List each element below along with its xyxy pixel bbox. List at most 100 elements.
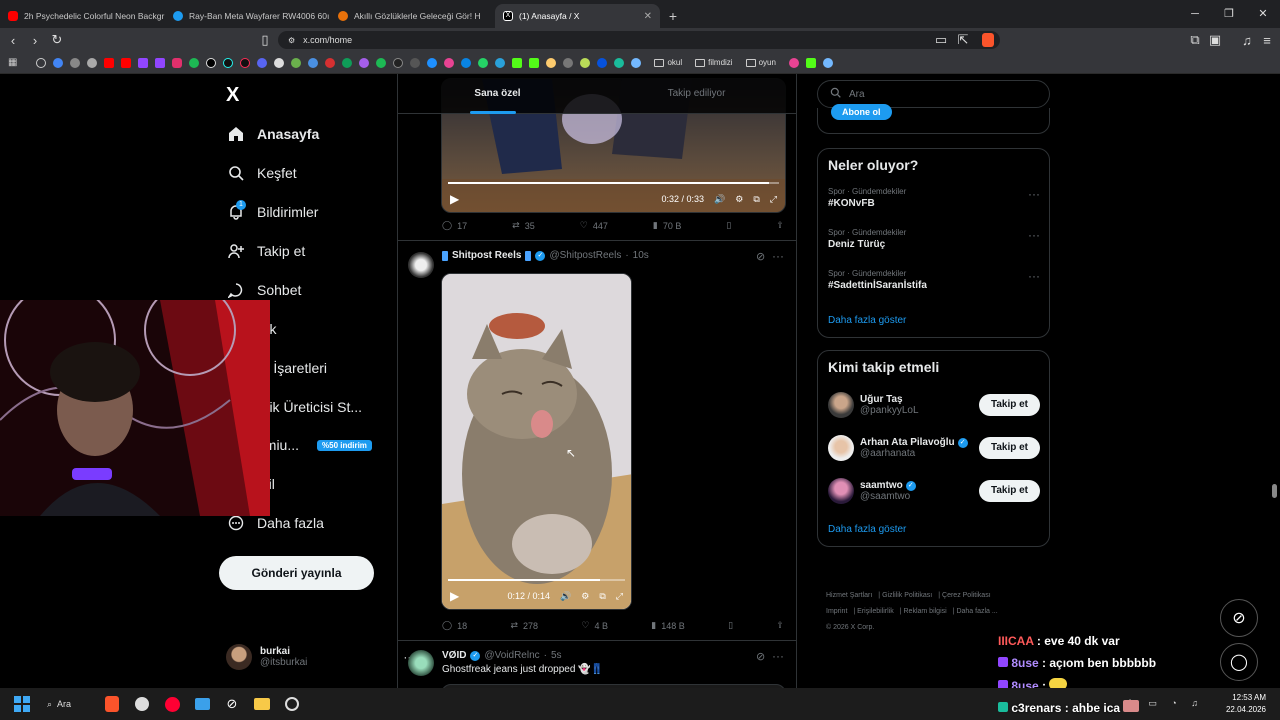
repost-button[interactable]: ⇄ 278 <box>510 620 538 631</box>
bookmark-folder-filmdizi[interactable]: filmdizi <box>695 58 733 67</box>
fullscreen-icon[interactable]: ⤢ <box>616 591 623 602</box>
post-time[interactable]: 10s <box>633 250 649 261</box>
browser-tab[interactable]: Ray-Ban Meta Wayfarer RW4006 60ı <box>165 4 330 28</box>
bookmark-site-icon[interactable] <box>597 57 608 68</box>
reply-button[interactable]: ◯ 18 <box>442 620 467 631</box>
kick-icon[interactable] <box>512 57 523 68</box>
suggested-user[interactable]: Uğur Taş @pankyyLoL Takip et <box>828 389 1040 421</box>
url-bar[interactable]: ⚙ x.com/home <box>278 31 1000 49</box>
follow-button[interactable]: Takip et <box>978 394 1040 416</box>
bookmark-site-icon[interactable] <box>444 57 455 68</box>
grok-button[interactable]: ⊘ <box>1220 599 1258 637</box>
repost-button[interactable]: ⇄ 35 <box>512 220 535 231</box>
x-icon[interactable] <box>206 57 217 68</box>
brave-icon[interactable] <box>102 694 122 714</box>
views-button[interactable]: ▮ 148 B <box>651 620 684 631</box>
bookmark-button[interactable]: ▯ <box>728 620 733 631</box>
messages-button[interactable]: ◯ <box>1220 643 1258 681</box>
apps-grid-icon[interactable]: ▦ <box>8 57 17 68</box>
browser-tab-active[interactable]: X (1) Anasayfa / X ✕ <box>495 4 660 28</box>
google-drive-icon[interactable] <box>342 57 353 68</box>
more-options-icon[interactable]: ··· <box>1028 228 1040 242</box>
wallet-icon[interactable]: ▣ <box>1204 32 1226 48</box>
bookmark-site-icon[interactable] <box>614 57 625 68</box>
browser-tab[interactable]: 2h Psychedelic Colorful Neon Backgr <box>0 4 165 28</box>
obs-icon[interactable] <box>132 694 152 714</box>
video-progress[interactable] <box>448 579 625 581</box>
follow-button[interactable]: Takip et <box>978 437 1040 459</box>
steam-icon[interactable] <box>282 694 302 714</box>
youtube-music-icon[interactable] <box>162 694 182 714</box>
footer-link[interactable]: Imprint <box>826 608 847 615</box>
file-explorer-icon[interactable] <box>252 694 272 714</box>
suggested-user[interactable]: Arhan Ata Pilavoğlu ✓ @aarhanata Takip et <box>828 432 1040 464</box>
bookmark-site-icon[interactable] <box>822 57 833 68</box>
author-handle[interactable]: @VoidRelnc <box>484 650 539 661</box>
share-button[interactable]: ⇪ <box>776 220 784 231</box>
like-button[interactable]: ♡ 447 <box>580 220 608 231</box>
author-name[interactable]: VØID <box>442 650 466 661</box>
sidebar-item-explore[interactable]: Keşfet <box>227 164 297 182</box>
bookmark-site-icon[interactable] <box>359 57 370 68</box>
whatsapp-icon[interactable] <box>478 57 489 68</box>
bookmark-site-icon[interactable] <box>546 57 557 68</box>
grok-icon[interactable]: ⊘ <box>756 250 765 263</box>
search-input[interactable]: Ara <box>849 89 865 100</box>
more-options-icon[interactable]: ··· <box>772 249 784 263</box>
cast-icon[interactable]: ▭ <box>930 32 952 48</box>
bookmark-site-icon[interactable] <box>788 57 799 68</box>
bookmark-site-icon[interactable] <box>189 57 200 68</box>
forward-icon[interactable]: › <box>24 33 46 48</box>
bookmark-site-icon[interactable] <box>631 57 642 68</box>
bookmark-site-icon[interactable] <box>325 57 336 68</box>
media-icon[interactable]: ♫ <box>1236 33 1258 48</box>
fullscreen-icon[interactable]: ⤢ <box>770 194 777 205</box>
kick-icon[interactable] <box>805 57 816 68</box>
x-logo-icon[interactable]: X <box>226 84 239 107</box>
bookmark-site-icon[interactable] <box>580 57 591 68</box>
youtube-icon[interactable] <box>121 57 132 68</box>
twitch-icon[interactable] <box>138 57 149 68</box>
footer-link[interactable]: Erişilebilirlik <box>857 608 894 615</box>
video-player[interactable]: ▶ 0:12 / 0:14 🔊 ⚙ ⧉ ⤢ <box>441 273 632 610</box>
new-tab-button[interactable]: + <box>660 4 686 28</box>
footer-link[interactable]: Reklam bilgisi <box>904 608 947 615</box>
browser-tab[interactable]: Akıllı Gözlüklerle Geleceği Gör! H <box>330 4 495 28</box>
author-name[interactable]: Shitpost Reels <box>452 250 521 261</box>
suggested-user[interactable]: saamtwo ✓ @saamtwo Takip et <box>828 475 1040 507</box>
windows-start-icon[interactable] <box>12 694 32 714</box>
app-icon[interactable]: ⊘ <box>222 694 242 714</box>
twitch-icon[interactable] <box>155 57 166 68</box>
bookmark-site-icon[interactable] <box>563 57 574 68</box>
footer-link[interactable]: Hizmet Şartları <box>826 592 872 599</box>
sidebar-item-home[interactable]: Anasayfa <box>227 125 319 143</box>
more-options-icon[interactable]: ··· <box>1028 269 1040 283</box>
instagram-icon[interactable] <box>172 57 183 68</box>
youtube-icon[interactable] <box>104 57 115 68</box>
bookmark-site-icon[interactable] <box>461 57 472 68</box>
history-icon[interactable] <box>36 57 47 68</box>
more-options-icon[interactable]: ··· <box>1028 187 1040 201</box>
footer-link[interactable]: Daha fazla ... <box>956 608 997 615</box>
reply-button[interactable]: ◯ 17 <box>442 220 467 231</box>
bookmark-site-icon[interactable] <box>427 57 438 68</box>
reload-icon[interactable]: ↻ <box>46 32 68 48</box>
bookmark-folder-oyun[interactable]: oyun <box>745 58 776 67</box>
avatar[interactable] <box>408 252 434 278</box>
show-more-link[interactable]: Daha fazla göster <box>828 315 906 326</box>
minimize-icon[interactable]: ─ <box>1178 0 1212 28</box>
trend-item[interactable]: Spor · Gündemdekiler #KONvFB ··· <box>828 187 1040 209</box>
bookmark-site-icon[interactable] <box>308 57 319 68</box>
views-button[interactable]: ▮ 70 B <box>653 220 681 231</box>
tab-following[interactable]: Takip ediliyor <box>597 74 796 113</box>
grok-icon[interactable]: ⊘ <box>756 650 765 663</box>
avatar[interactable] <box>408 650 434 676</box>
volume-icon[interactable]: 🔊 <box>560 591 571 602</box>
telegram-icon[interactable] <box>495 57 506 68</box>
back-icon[interactable]: ‹ <box>2 33 24 48</box>
tiktok-icon[interactable] <box>240 57 251 68</box>
bookmark-site-icon[interactable] <box>393 57 404 68</box>
show-more-link[interactable]: Daha fazla göster <box>828 524 906 535</box>
author-handle[interactable]: @ShitpostReels <box>549 250 621 261</box>
photos-icon[interactable] <box>192 694 212 714</box>
